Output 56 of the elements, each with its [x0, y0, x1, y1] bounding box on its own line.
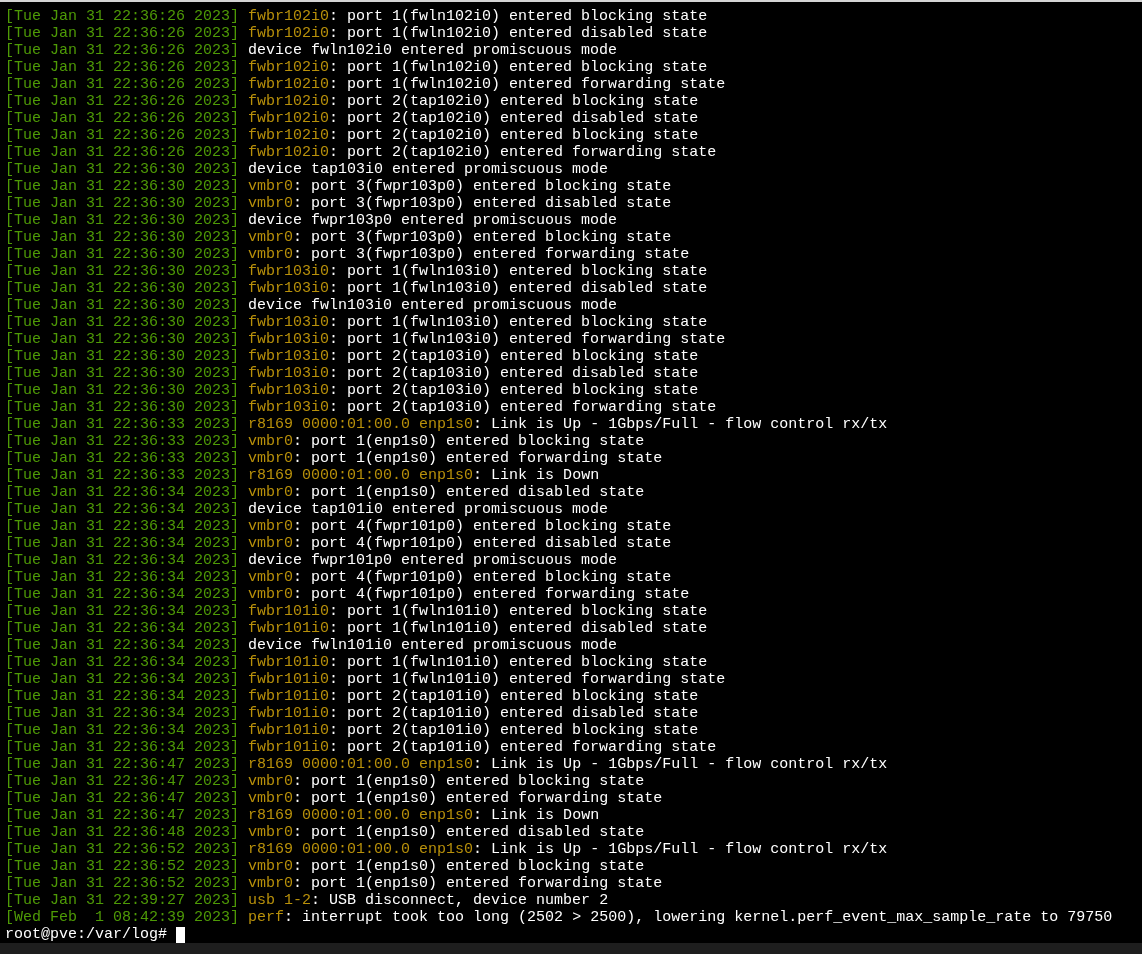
shell-prompt: root@pve:/var/log# — [5, 926, 168, 943]
log-line: [Tue Jan 31 22:36:34 2023] vmbr0: port 4(fwpr101p0) entered disabled state — [5, 535, 672, 552]
log-line: [Tue Jan 31 22:36:26 2023] fwbr102i0: port 1(fwln102i0) entered blocking state — [5, 59, 708, 76]
log-line: [Tue Jan 31 22:36:30 2023] device tap103i0 entered promiscuous mode — [5, 161, 609, 178]
log-line: [Tue Jan 31 22:36:47 2023] vmbr0: port 1(enp1s0) entered forwarding state — [5, 790, 663, 807]
log-line: [Tue Jan 31 22:36:52 2023] vmbr0: port 1(enp1s0) entered blocking state — [5, 858, 645, 875]
log-line: [Tue Jan 31 22:36:30 2023] fwbr103i0: port 1(fwln103i0) entered blocking state — [5, 314, 708, 331]
log-line: [Tue Jan 31 22:36:34 2023] fwbr101i0: port 1(fwln101i0) entered forwarding state — [5, 671, 726, 688]
log-line: [Tue Jan 31 22:36:30 2023] vmbr0: port 3(fwpr103p0) entered disabled state — [5, 195, 672, 212]
log-line: [Tue Jan 31 22:36:33 2023] vmbr0: port 1(enp1s0) entered forwarding state — [5, 450, 663, 467]
log-line: [Tue Jan 31 22:36:30 2023] vmbr0: port 3(fwpr103p0) entered blocking state — [5, 178, 672, 195]
log-line: [Tue Jan 31 22:36:33 2023] r8169 0000:01:00.0 enp1s0: Link is Down — [5, 467, 600, 484]
log-line: [Wed Feb 1 08:42:39 2023] perf: interrupt took too long (2502 > 2500), lowering kernel.perf_event_max_sample_rate to 79750 — [5, 909, 1113, 926]
log-line: [Tue Jan 31 22:36:26 2023] fwbr102i0: port 2(tap102i0) entered disabled state — [5, 110, 699, 127]
log-line: [Tue Jan 31 22:36:30 2023] vmbr0: port 3(fwpr103p0) entered forwarding state — [5, 246, 690, 263]
text-cursor — [176, 926, 186, 943]
log-line: [Tue Jan 31 22:36:26 2023] fwbr102i0: port 2(tap102i0) entered forwarding state — [5, 144, 717, 161]
log-line: [Tue Jan 31 22:36:34 2023] fwbr101i0: port 1(fwln101i0) entered blocking state — [5, 603, 708, 620]
log-line: [Tue Jan 31 22:36:34 2023] fwbr101i0: port 1(fwln101i0) entered blocking state — [5, 654, 708, 671]
log-line: [Tue Jan 31 22:36:30 2023] fwbr103i0: port 1(fwln103i0) entered forwarding state — [5, 331, 726, 348]
log-line: [Tue Jan 31 22:36:26 2023] fwbr102i0: port 1(fwln102i0) entered blocking state — [5, 8, 708, 25]
log-line: [Tue Jan 31 22:36:33 2023] r8169 0000:01:00.0 enp1s0: Link is Up - 1Gbps/Full - flow control rx/tx — [5, 416, 888, 433]
log-line: [Tue Jan 31 22:36:30 2023] fwbr103i0: port 1(fwln103i0) entered blocking state — [5, 263, 708, 280]
log-line: [Tue Jan 31 22:36:34 2023] fwbr101i0: port 2(tap101i0) entered blocking state — [5, 722, 699, 739]
log-line: [Tue Jan 31 22:36:34 2023] fwbr101i0: port 2(tap101i0) entered disabled state — [5, 705, 699, 722]
log-line: [Tue Jan 31 22:36:26 2023] fwbr102i0: port 1(fwln102i0) entered forwarding state — [5, 76, 726, 93]
log-line: [Tue Jan 31 22:36:34 2023] vmbr0: port 4(fwpr101p0) entered blocking state — [5, 518, 672, 535]
log-line: [Tue Jan 31 22:36:34 2023] vmbr0: port 4(fwpr101p0) entered forwarding state — [5, 586, 690, 603]
log-line: [Tue Jan 31 22:36:52 2023] r8169 0000:01:00.0 enp1s0: Link is Up - 1Gbps/Full - flow control rx/tx — [5, 841, 888, 858]
log-line: [Tue Jan 31 22:36:30 2023] vmbr0: port 3(fwpr103p0) entered blocking state — [5, 229, 672, 246]
log-line: [Tue Jan 31 22:36:30 2023] device fwpr103p0 entered promiscuous mode — [5, 212, 618, 229]
log-line: [Tue Jan 31 22:36:47 2023] vmbr0: port 1(enp1s0) entered blocking state — [5, 773, 645, 790]
log-line: [Tue Jan 31 22:36:34 2023] device tap101i0 entered promiscuous mode — [5, 501, 609, 518]
log-line: [Tue Jan 31 22:36:47 2023] r8169 0000:01:00.0 enp1s0: Link is Down — [5, 807, 600, 824]
log-line: [Tue Jan 31 22:36:30 2023] fwbr103i0: port 2(tap103i0) entered blocking state — [5, 382, 699, 399]
log-line: [Tue Jan 31 22:36:30 2023] device fwln103i0 entered promiscuous mode — [5, 297, 618, 314]
log-line: [Tue Jan 31 22:36:34 2023] fwbr101i0: port 2(tap101i0) entered blocking state — [5, 688, 699, 705]
log-line: [Tue Jan 31 22:36:26 2023] device fwln102i0 entered promiscuous mode — [5, 42, 618, 59]
log-line: [Tue Jan 31 22:36:34 2023] device fwpr101p0 entered promiscuous mode — [5, 552, 618, 569]
log-line: [Tue Jan 31 22:36:26 2023] fwbr102i0: port 2(tap102i0) entered blocking state — [5, 127, 699, 144]
log-line: [Tue Jan 31 22:36:30 2023] fwbr103i0: port 1(fwln103i0) entered disabled state — [5, 280, 708, 297]
log-line: [Tue Jan 31 22:36:34 2023] device fwln101i0 entered promiscuous mode — [5, 637, 618, 654]
log-line: [Tue Jan 31 22:36:33 2023] vmbr0: port 1(enp1s0) entered blocking state — [5, 433, 645, 450]
log-line: [Tue Jan 31 22:36:34 2023] fwbr101i0: port 1(fwln101i0) entered disabled state — [5, 620, 708, 637]
log-line: [Tue Jan 31 22:36:30 2023] fwbr103i0: port 2(tap103i0) entered forwarding state — [5, 399, 717, 416]
log-line: [Tue Jan 31 22:36:48 2023] vmbr0: port 1(enp1s0) entered disabled state — [5, 824, 645, 841]
log-line: [Tue Jan 31 22:36:30 2023] fwbr103i0: port 2(tap103i0) entered disabled state — [5, 365, 699, 382]
log-line: [Tue Jan 31 22:36:34 2023] vmbr0: port 4(fwpr101p0) entered blocking state — [5, 569, 672, 586]
log-line: [Tue Jan 31 22:39:27 2023] usb 1-2: USB disconnect, device number 2 — [5, 892, 609, 909]
log-line: [Tue Jan 31 22:36:26 2023] fwbr102i0: port 1(fwln102i0) entered disabled state — [5, 25, 708, 42]
log-line: [Tue Jan 31 22:36:30 2023] fwbr103i0: port 2(tap103i0) entered blocking state — [5, 348, 699, 365]
log-line: [Tue Jan 31 22:36:34 2023] fwbr101i0: port 2(tap101i0) entered forwarding state — [5, 739, 717, 756]
log-line: [Tue Jan 31 22:36:34 2023] vmbr0: port 1(enp1s0) entered disabled state — [5, 484, 645, 501]
log-line: [Tue Jan 31 22:36:26 2023] fwbr102i0: port 2(tap102i0) entered blocking state — [5, 93, 699, 110]
log-line: [Tue Jan 31 22:36:52 2023] vmbr0: port 1(enp1s0) entered forwarding state — [5, 875, 663, 892]
log-line: [Tue Jan 31 22:36:47 2023] r8169 0000:01:00.0 enp1s0: Link is Up - 1Gbps/Full - flow control rx/tx — [5, 756, 888, 773]
